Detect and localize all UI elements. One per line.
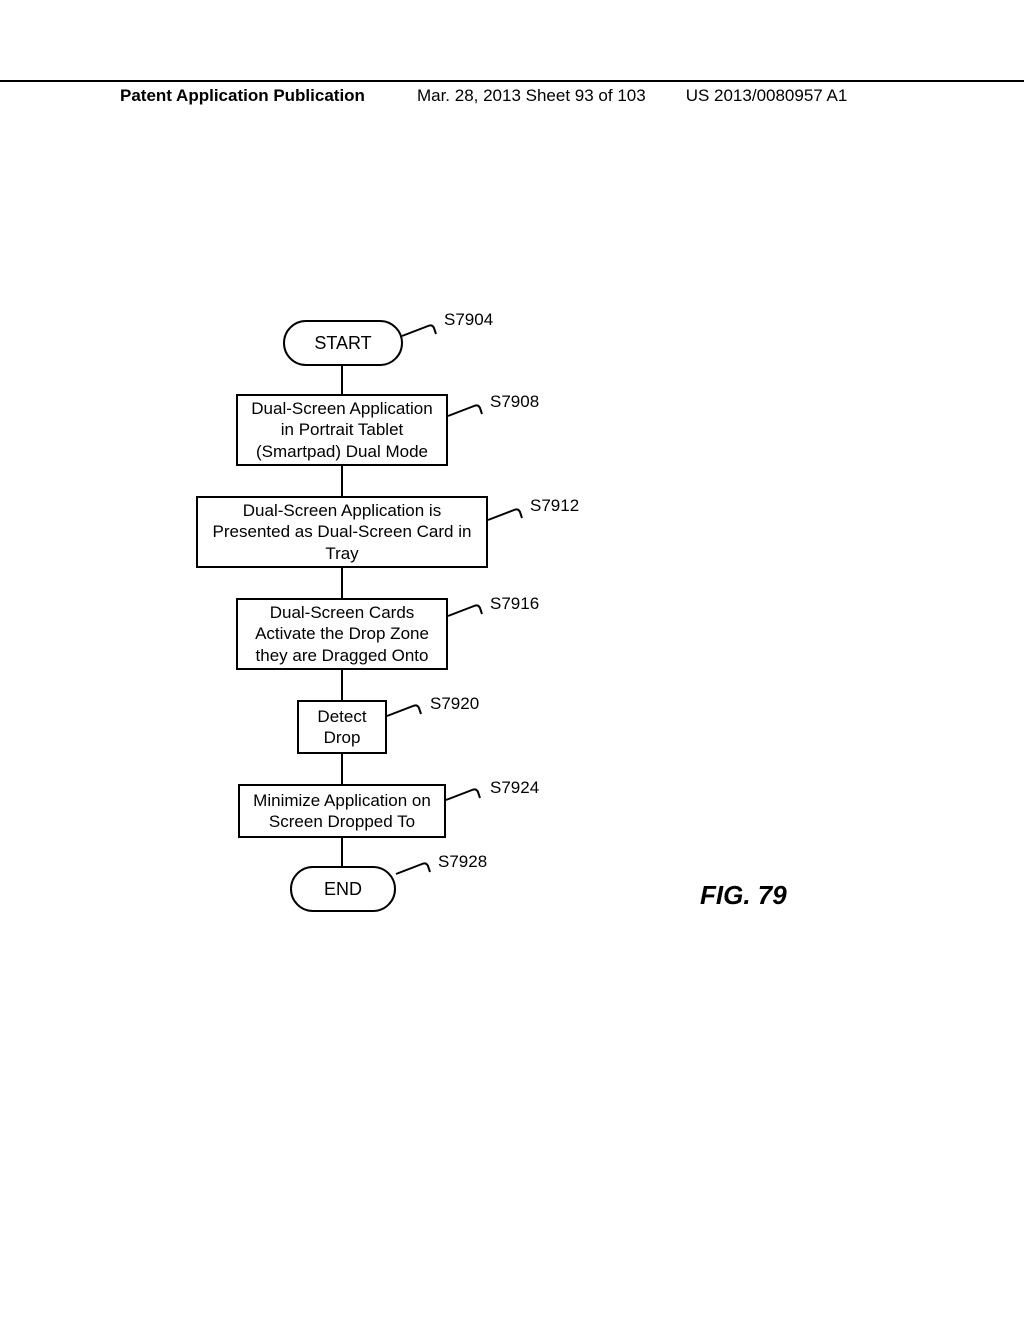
lead-step-4: [387, 700, 427, 727]
header-date-sheet: Mar. 28, 2013 Sheet 93 of 103: [365, 86, 646, 106]
header-publication: Patent Application Publication: [0, 86, 365, 106]
connector-5: [341, 754, 343, 784]
process-step-1: Dual-Screen Application in Portrait Tabl…: [236, 394, 448, 466]
header-pubnumber: US 2013/0080957 A1: [646, 86, 848, 106]
connector-3: [341, 568, 343, 598]
ref-start: S7904: [444, 310, 493, 330]
ref-step-5: S7924: [490, 778, 539, 798]
lead-step-2: [488, 504, 528, 531]
lead-step-5: [446, 784, 486, 811]
connector-6: [341, 838, 343, 866]
ref-step-2: S7912: [530, 496, 579, 516]
lead-step-1: [448, 400, 488, 427]
process-step-3: Dual-Screen Cards Activate the Drop Zone…: [236, 598, 448, 670]
lead-step-3: [448, 600, 488, 627]
connector-1: [341, 366, 343, 394]
terminator-start: START: [283, 320, 403, 366]
connector-2: [341, 466, 343, 496]
flowchart: START S7904 Dual-Screen Application in P…: [0, 300, 1024, 1050]
connector-4: [341, 670, 343, 700]
process-step-5: Minimize Application on Screen Dropped T…: [238, 784, 446, 838]
process-step-4: Detect Drop: [297, 700, 387, 754]
ref-step-4: S7920: [430, 694, 479, 714]
process-step-2: Dual-Screen Application is Presented as …: [196, 496, 488, 568]
terminator-end: END: [290, 866, 396, 912]
lead-end: [396, 858, 436, 885]
figure-caption: FIG. 79: [700, 880, 787, 911]
ref-end: S7928: [438, 852, 487, 872]
ref-step-1: S7908: [490, 392, 539, 412]
ref-step-3: S7916: [490, 594, 539, 614]
page-header: Patent Application Publication Mar. 28, …: [0, 80, 1024, 106]
lead-start: [402, 320, 442, 347]
